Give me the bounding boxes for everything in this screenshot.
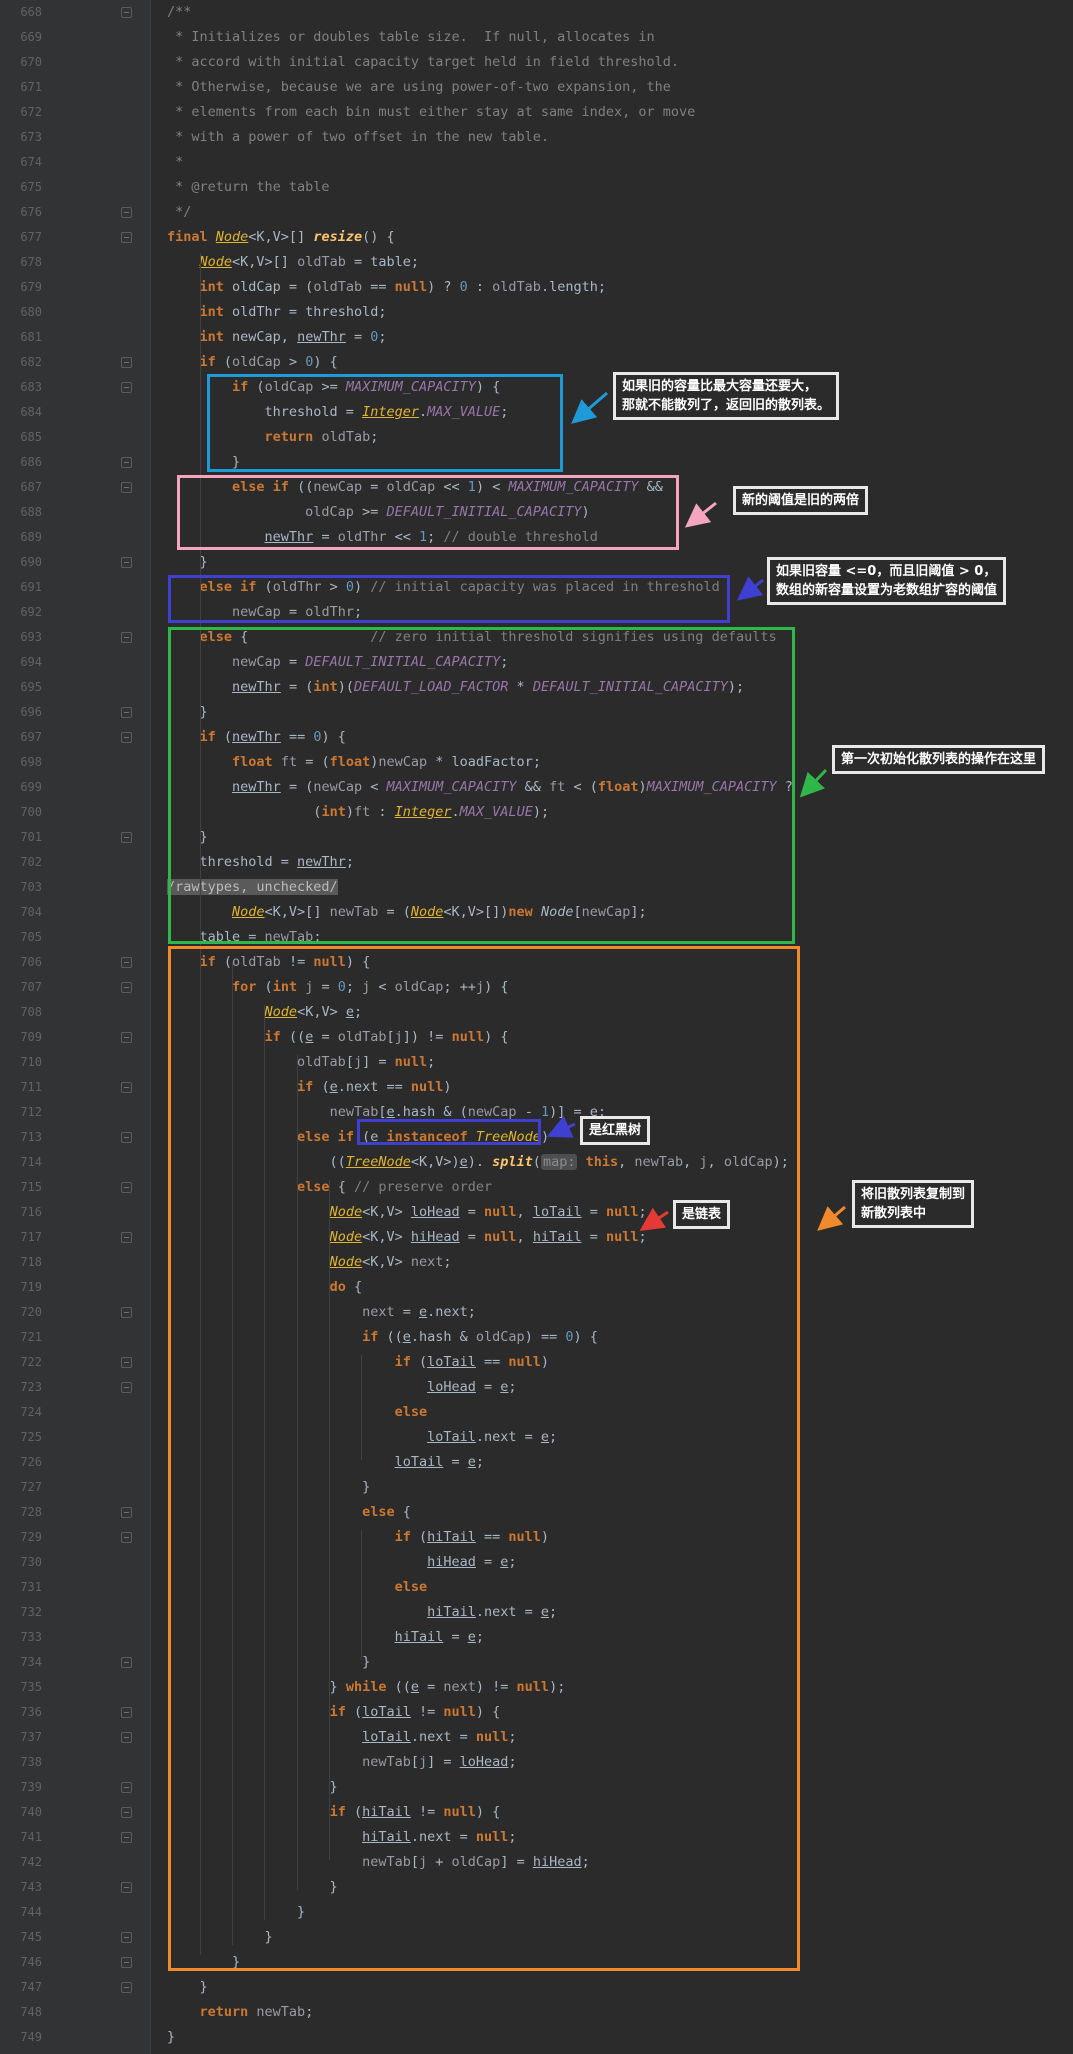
arrow-double-threshold xyxy=(684,501,717,528)
arrow-old-threshold xyxy=(736,576,764,601)
arrow-max-capacity xyxy=(571,391,608,424)
arrow-first-init xyxy=(799,768,828,798)
annotation-arrows xyxy=(546,391,846,1231)
arrow-red-black-tree xyxy=(546,1115,576,1138)
arrow-copy-table xyxy=(817,1205,846,1231)
arrow-linked-list xyxy=(639,1207,669,1231)
